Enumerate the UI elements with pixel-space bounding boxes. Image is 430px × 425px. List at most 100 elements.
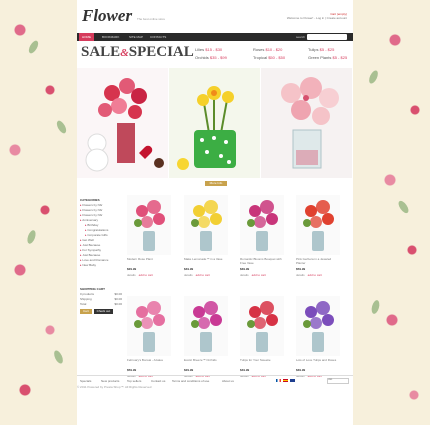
main-nav: HOME BOOKMARK SITE MAP CONTACTS search (77, 33, 353, 41)
footer-link-new-products[interactable]: New products (101, 379, 119, 383)
footer-link-about[interactable]: About us (222, 379, 234, 383)
product-image[interactable] (127, 296, 171, 356)
category-item[interactable]: Love and Romance (80, 258, 122, 262)
product-name[interactable]: Modern Rose Plant (127, 257, 171, 263)
category-item[interactable]: Flowers by Nbr (80, 213, 122, 217)
banner-roses-teddy[interactable] (77, 68, 168, 178)
flag-es-icon[interactable] (283, 379, 288, 382)
promo-label: Orchids (195, 55, 209, 60)
product-card[interactable]: Pink Gerbera in a Jeweled Planter $59.99 d… (296, 195, 340, 285)
category-subitem[interactable]: Corporate Gifts (85, 233, 122, 237)
category-item[interactable]: Flowers by Nbr (80, 208, 122, 212)
promo-range: $5 - $25 (319, 47, 335, 52)
promo-range: $35 - $99 (209, 55, 227, 60)
flag-uk-icon[interactable] (290, 379, 295, 382)
product-price: $39.99 (240, 267, 250, 271)
details-button[interactable]: details (184, 273, 193, 277)
category-subitem[interactable]: Congratulations (85, 228, 122, 232)
product-card[interactable]: Tulips for Your Sweetie $49.99 details add … (240, 296, 284, 386)
category-item[interactable]: Just Because (80, 243, 122, 247)
product-image[interactable] (240, 195, 284, 255)
roses-teddy-image (85, 78, 164, 172)
product-name[interactable]: Lots of Love Tulips and Roses (296, 358, 340, 364)
flag-fr-icon[interactable] (276, 379, 281, 382)
product-image[interactable] (296, 195, 340, 255)
product-name[interactable]: Tulips for Your Sweetie (240, 358, 284, 364)
currency-select[interactable]: USD (327, 378, 349, 384)
product-card[interactable]: February's Bonsai - Azalea $59.99 details a… (127, 296, 171, 386)
product-actions: details add to cart (127, 273, 171, 277)
product-price: $49.99 (184, 267, 194, 271)
copyright: © 2011 Powered by Presta Shop™. All Righ… (77, 385, 152, 389)
cart-row: Shipping $0.00 (80, 297, 122, 301)
cart-row-label: 0 products (80, 292, 95, 296)
category-item[interactable]: New Baby (80, 263, 122, 267)
product-actions: details add to cart (296, 273, 340, 277)
site-tagline: The best online store (137, 17, 166, 21)
product-name[interactable]: Make Lemonade™ in a Vase (184, 257, 228, 263)
footer-link-terms[interactable]: Terms and conditions of use (172, 379, 209, 383)
footer: Specials New products Top sellers Contac… (77, 375, 353, 389)
product-name[interactable]: Romantic Blooms Bouquet with Free Vase (240, 257, 284, 265)
nav-sitemap[interactable]: SITE MAP (129, 35, 143, 39)
welcome-text[interactable]: Welcome to Flower! - Log in | Create acc… (287, 16, 347, 20)
page-container: Flower The best online store Cart (empty… (77, 0, 353, 425)
bg-leaf (26, 39, 41, 55)
cart-row-value: $0.00 (114, 297, 122, 301)
category-item[interactable]: Get Well (80, 238, 122, 242)
bg-leaf (396, 199, 411, 215)
details-button[interactable]: details (240, 273, 249, 277)
add-to-cart-button[interactable]: add to cart (139, 273, 153, 277)
add-to-cart-button[interactable]: add to cart (196, 273, 210, 277)
checkout-button[interactable]: Check out (93, 309, 114, 314)
bg-leaf (370, 299, 381, 315)
product-price: $49.99 (240, 368, 250, 372)
banner-daffodils[interactable] (169, 68, 260, 178)
product-image[interactable] (296, 296, 340, 356)
category-item[interactable]: Just Because (80, 253, 122, 257)
add-to-cart-button[interactable]: add to cart (308, 273, 322, 277)
banner-orchids[interactable] (261, 68, 352, 178)
nav-contacts[interactable]: CONTACTS (150, 35, 166, 39)
product-card[interactable]: Romantic Blooms Bouquet with Free Vase $3… (240, 195, 284, 285)
footer-link-specials[interactable]: Specials (80, 379, 91, 383)
add-to-cart-button[interactable]: add to cart (252, 273, 266, 277)
details-button[interactable]: details (127, 273, 136, 277)
bg-leaf (54, 119, 69, 135)
site-logo[interactable]: Flower (82, 6, 132, 26)
category-item[interactable]: For Sympathy (80, 248, 122, 252)
footer-link-contact[interactable]: Contact us (151, 379, 165, 383)
daffodil-pot-image (177, 86, 236, 170)
product-name[interactable]: Pink Gerbera in a Jeweled Planter (296, 257, 340, 265)
product-card[interactable]: Modern Rose Plant $29.99 details add to car… (127, 195, 171, 285)
details-button[interactable]: details (296, 273, 305, 277)
category-item[interactable]: Flowers by Nbr (80, 203, 122, 207)
product-card[interactable]: Make Lemonade™ in a Vase $49.99 details add… (184, 195, 228, 285)
search-label: search (295, 35, 305, 39)
promo-label: Roses (253, 47, 265, 52)
product-actions: details add to cart (240, 273, 284, 277)
more-info-button[interactable]: More Info (205, 181, 227, 186)
product-card[interactable]: Exotic Breeze™ Orchids $29.99 details add t… (184, 296, 228, 386)
product-price: $29.99 (127, 267, 137, 271)
nav-bookmark[interactable]: BOOKMARK (102, 35, 119, 39)
product-name[interactable]: Exotic Breeze™ Orchids (184, 358, 228, 364)
product-image[interactable] (240, 296, 284, 356)
category-item[interactable]: Anniversary (80, 218, 122, 222)
product-image[interactable] (184, 195, 228, 255)
category-subitem[interactable]: Birthday (85, 223, 122, 227)
product-name[interactable]: February's Bonsai - Azalea (127, 358, 171, 364)
product-card[interactable]: Lots of Love Tulips and Roses $39.99 detai… (296, 296, 340, 386)
product-image[interactable] (184, 296, 228, 356)
nav-home[interactable]: HOME (79, 33, 94, 41)
cart-button[interactable]: Cart (80, 309, 92, 314)
bg-leaf (52, 349, 65, 365)
language-flags (276, 379, 295, 382)
orchid-vase-image (281, 77, 339, 169)
search-input[interactable] (307, 34, 347, 40)
header-cart-info: Cart (empty) Welcome to Flower! - Log in… (287, 12, 347, 20)
product-image[interactable] (127, 195, 171, 255)
footer-link-top-sellers[interactable]: Top sellers (127, 379, 141, 383)
product-actions: details add to cart (184, 273, 228, 277)
promo-prices-col3: Tulips $5 - $25 Green Plants $5 - $25 (308, 46, 347, 62)
